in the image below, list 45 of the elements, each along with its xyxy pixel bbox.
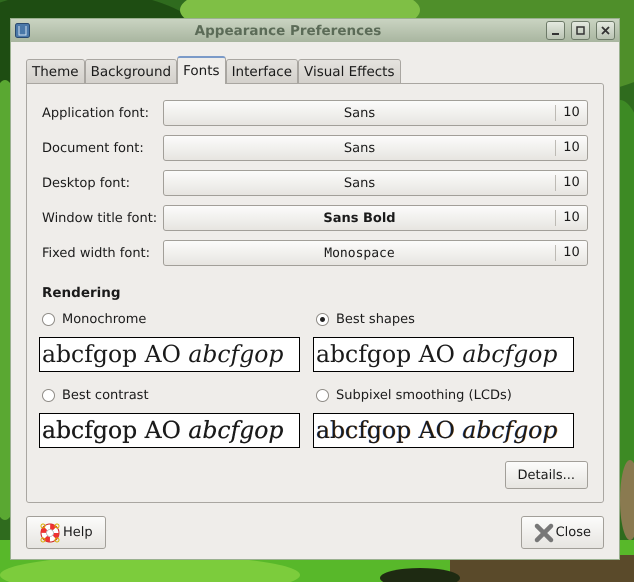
minimize-icon <box>552 33 559 35</box>
tab[interactable]: Background <box>84 59 178 84</box>
lifebuoy-icon <box>39 522 61 544</box>
radio-option[interactable]: Best contrast <box>42 385 300 405</box>
section-heading: Rendering <box>42 285 122 301</box>
maximize-button[interactable] <box>571 21 590 40</box>
font-sample: abcfgop AO abcfgop <box>39 413 300 448</box>
radio-label: Subpixel smoothing (LCDs) <box>336 388 512 402</box>
radio-button[interactable] <box>42 312 55 326</box>
tab[interactable]: Interface <box>226 59 298 84</box>
details-button[interactable]: Details... <box>504 461 588 489</box>
window-title: Appearance Preferences <box>194 22 382 38</box>
radio-option[interactable]: Monochrome <box>42 309 300 329</box>
tab[interactable]: Fonts <box>177 56 226 84</box>
font-button[interactable]: Sans 10 <box>163 100 588 126</box>
radio-label: Best contrast <box>62 388 149 402</box>
font-sample: abcfgop AO abcfgop <box>313 413 574 448</box>
font-button[interactable]: Sans 10 <box>163 170 588 196</box>
radio-option[interactable]: Subpixel smoothing (LCDs) <box>316 385 574 405</box>
close-button[interactable] <box>596 21 615 40</box>
font-label: Document font: <box>42 140 145 156</box>
font-button[interactable]: Monospace 10 <box>163 240 588 266</box>
tab[interactable]: Theme <box>26 59 85 84</box>
close-icon <box>534 522 554 542</box>
radio-label: Monochrome <box>62 312 146 326</box>
font-button[interactable]: Sans Bold 10 <box>163 205 588 231</box>
radio-button[interactable] <box>42 388 55 402</box>
tab[interactable]: Visual Effects <box>298 59 400 84</box>
radio-button[interactable] <box>316 388 329 402</box>
font-label: Window title font: <box>42 210 158 226</box>
font-label: Desktop font: <box>42 176 131 190</box>
font-label: Application font: <box>42 106 150 120</box>
font-label: Fixed width font: <box>42 246 152 260</box>
maximize-icon <box>576 26 585 35</box>
font-sample: abcfgop AO abcfgop <box>313 337 574 372</box>
window-icon <box>15 23 30 38</box>
close-icon <box>601 26 610 35</box>
minimize-button[interactable] <box>546 21 565 40</box>
radio-label: Best shapes <box>336 312 415 326</box>
close-button[interactable]: Close <box>520 516 604 549</box>
font-sample: abcfgop AO abcfgop <box>39 337 300 372</box>
radio-button[interactable] <box>316 312 329 326</box>
font-button[interactable]: Sans 10 <box>163 135 588 161</box>
radio-option[interactable]: Best shapes <box>316 309 574 329</box>
help-button[interactable]: Help <box>26 516 106 549</box>
